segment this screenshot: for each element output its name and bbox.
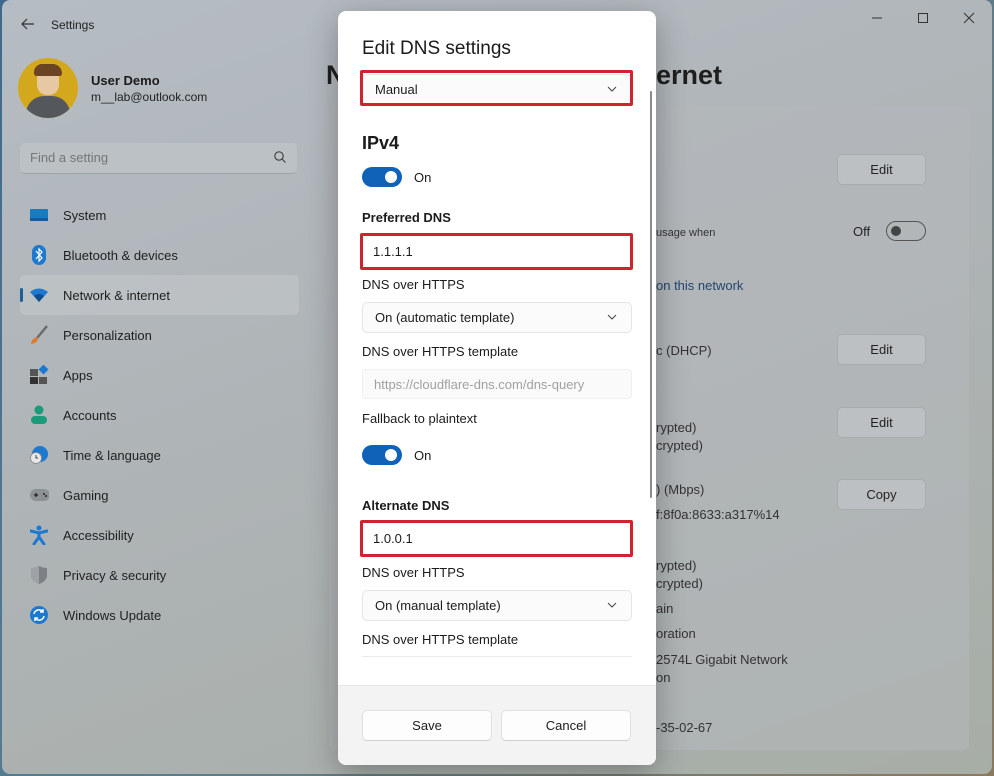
user-name: User Demo bbox=[91, 72, 160, 88]
dns-servers-line1: rypted) bbox=[656, 558, 697, 573]
minimize-button[interactable] bbox=[854, 6, 900, 30]
sidebar-item-bluetooth[interactable]: Bluetooth & devices bbox=[20, 235, 299, 275]
apps-icon bbox=[29, 365, 49, 385]
description-line1: 2574L Gigabit Network bbox=[656, 652, 788, 667]
bluetooth-icon bbox=[29, 245, 49, 265]
sidebar-item-system[interactable]: System bbox=[20, 195, 299, 235]
avatar bbox=[18, 58, 78, 118]
ipv4-heading: IPv4 bbox=[362, 133, 400, 153]
clock-globe-icon bbox=[29, 445, 49, 465]
user-profile[interactable]: User Demo m__lab@outlook.com bbox=[18, 58, 207, 118]
save-button[interactable]: Save bbox=[362, 710, 492, 741]
alt-doh-template-label: DNS over HTTPS template bbox=[362, 632, 519, 647]
person-icon bbox=[29, 405, 49, 425]
ipv4-toggle-label: On bbox=[414, 170, 432, 185]
sidebar-item-windows-update[interactable]: Windows Update bbox=[20, 595, 299, 635]
highlight-preferred-dns bbox=[360, 233, 633, 270]
metered-toggle-label: Off bbox=[853, 224, 871, 239]
search-box[interactable] bbox=[20, 143, 297, 174]
maximize-button[interactable] bbox=[900, 6, 946, 30]
wifi-icon bbox=[29, 285, 49, 305]
edit-dns-button[interactable]: Edit bbox=[837, 407, 926, 438]
ip-assignment-value: c (DHCP) bbox=[656, 343, 712, 358]
chevron-down-icon bbox=[607, 314, 617, 320]
preferred-dns-label: Preferred DNS bbox=[362, 210, 451, 225]
monitor-icon bbox=[29, 205, 49, 225]
minimize-icon bbox=[872, 17, 882, 19]
fallback-toggle[interactable] bbox=[362, 445, 402, 465]
maximize-icon bbox=[918, 13, 928, 23]
description-line2: on bbox=[656, 670, 671, 685]
ipv4-toggle[interactable] bbox=[362, 167, 402, 187]
dialog-title: Edit DNS settings bbox=[362, 38, 511, 59]
alt-doh-dropdown[interactable]: On (manual template) bbox=[362, 590, 632, 621]
doh-label: DNS over HTTPS bbox=[362, 277, 465, 292]
dns-suffix-value: ain bbox=[656, 601, 674, 616]
sidebar-nav: System Bluetooth & devices Network & int… bbox=[20, 195, 299, 635]
dialog-scrollbar[interactable] bbox=[650, 91, 652, 498]
sidebar-item-personalization[interactable]: Personalization bbox=[20, 315, 299, 355]
sidebar-item-apps[interactable]: Apps bbox=[20, 355, 299, 395]
dns-assignment-line1: rypted) bbox=[656, 420, 697, 435]
sidebar-item-time-language[interactable]: Time & language bbox=[20, 435, 299, 475]
fallback-label: Fallback to plaintext bbox=[362, 411, 477, 426]
accessibility-icon bbox=[29, 525, 49, 545]
doh-template-input[interactable]: https://cloudflare-dns.com/dns-query bbox=[362, 369, 632, 399]
sidebar-item-accessibility[interactable]: Accessibility bbox=[20, 515, 299, 555]
dns-assignment-line2: crypted) bbox=[656, 438, 703, 453]
search-icon bbox=[274, 151, 286, 163]
sidebar-item-network[interactable]: Network & internet bbox=[20, 275, 299, 315]
alternate-dns-label: Alternate DNS bbox=[362, 498, 450, 513]
user-email: m__lab@outlook.com bbox=[91, 89, 208, 104]
highlight-mode bbox=[360, 70, 633, 106]
highlight-alternate-dns bbox=[360, 520, 633, 557]
manufacturer-value: oration bbox=[656, 626, 696, 641]
edit-ip-button[interactable]: Edit bbox=[837, 334, 926, 365]
dns-servers-line2: crypted) bbox=[656, 576, 703, 591]
sidebar-item-accounts[interactable]: Accounts bbox=[20, 395, 299, 435]
app-title: Settings bbox=[51, 18, 95, 32]
data-limit-link[interactable]: on this network bbox=[656, 278, 743, 293]
close-icon bbox=[963, 12, 975, 24]
ipv6-address-value: f:8f0a:8633:a317%14 bbox=[656, 507, 780, 522]
link-speed-value: ) (Mbps) bbox=[656, 482, 705, 497]
metered-toggle[interactable] bbox=[886, 221, 926, 241]
fallback-toggle-label: On bbox=[414, 448, 432, 463]
shield-icon bbox=[29, 565, 49, 585]
brush-icon bbox=[29, 325, 49, 345]
back-button[interactable] bbox=[16, 12, 40, 36]
sidebar-item-privacy-security[interactable]: Privacy & security bbox=[20, 555, 299, 595]
edit-button[interactable]: Edit bbox=[837, 154, 926, 185]
edit-dns-dialog: Edit DNS settings Manual IPv4 On Preferr… bbox=[338, 11, 656, 765]
copy-button[interactable]: Copy bbox=[837, 479, 926, 510]
metered-connection-text: usage when bbox=[656, 227, 716, 239]
cancel-button[interactable]: Cancel bbox=[501, 710, 631, 741]
sidebar-item-gaming[interactable]: Gaming bbox=[20, 475, 299, 515]
back-arrow-icon bbox=[21, 18, 34, 30]
gamepad-icon bbox=[29, 485, 49, 505]
update-icon bbox=[29, 605, 49, 625]
alt-doh-template-input-edge[interactable] bbox=[362, 656, 632, 657]
search-input[interactable] bbox=[30, 150, 260, 165]
dialog-footer: Save Cancel bbox=[338, 685, 656, 765]
close-button[interactable] bbox=[946, 6, 992, 30]
mac-address-value: -35-02-67 bbox=[656, 720, 713, 735]
doh-template-label: DNS over HTTPS template bbox=[362, 344, 519, 359]
alt-doh-label: DNS over HTTPS bbox=[362, 565, 465, 580]
doh-dropdown[interactable]: On (automatic template) bbox=[362, 302, 632, 333]
chevron-down-icon bbox=[607, 602, 617, 608]
page-title-right: ernet bbox=[656, 60, 723, 90]
